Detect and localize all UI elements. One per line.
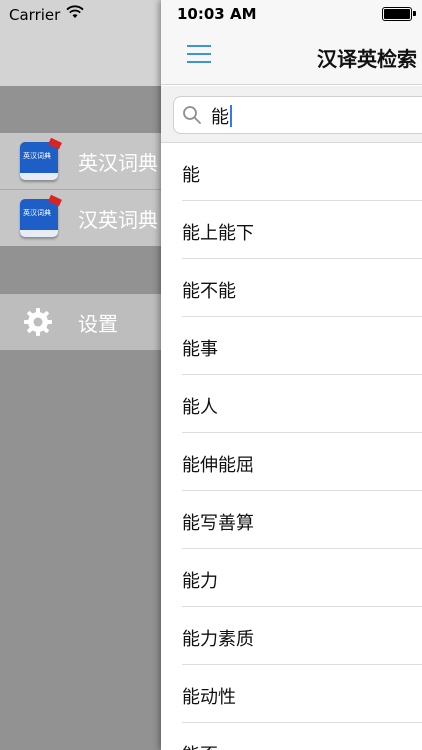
- list-item-label: 能不能: [182, 281, 236, 302]
- list-item[interactable]: 能写善算: [182, 491, 422, 549]
- list-item-label: 能力: [182, 571, 218, 592]
- clock: 10:03 AM: [177, 5, 257, 23]
- drawer-item-label: 设置: [78, 311, 118, 336]
- list-item[interactable]: 能否: [182, 723, 422, 750]
- list-item-label: 能动性: [182, 687, 236, 708]
- book-icon: 英汉词典: [20, 194, 62, 237]
- gear-icon: [24, 308, 52, 336]
- list-item-label: 能否: [182, 741, 218, 750]
- list-item[interactable]: 能动性: [182, 665, 422, 723]
- nav-bar: 汉译英检索: [161, 28, 422, 85]
- list-item[interactable]: 能力: [182, 549, 422, 607]
- list-item[interactable]: 能伸能屈: [182, 433, 422, 491]
- list-item-label: 能事: [182, 339, 218, 360]
- list-item[interactable]: 能事: [182, 317, 422, 375]
- list-item[interactable]: 能人: [182, 375, 422, 433]
- status-bar: 10:03 AM: [161, 0, 422, 28]
- list-item-label: 能力素质: [182, 629, 254, 650]
- search-input[interactable]: 能: [173, 96, 422, 134]
- battery-tip: [413, 11, 416, 16]
- search-icon: [183, 106, 201, 124]
- list-item-label: 能: [182, 165, 200, 186]
- search-bar: 能: [161, 86, 422, 143]
- book-icon-label: 英汉词典: [23, 152, 51, 160]
- list-item-label: 能伸能屈: [182, 455, 254, 476]
- wifi-icon: [66, 5, 84, 18]
- list-item[interactable]: 能不能: [182, 259, 422, 317]
- book-icon: 英汉词典: [20, 137, 62, 180]
- results-list: 能能上能下能不能能事能人能伸能屈能写善算能力能力素质能动性能否: [161, 143, 422, 750]
- list-item[interactable]: 能力素质: [182, 607, 422, 665]
- list-item-label: 能上能下: [182, 223, 254, 244]
- hamburger-icon[interactable]: [187, 45, 211, 65]
- list-item-label: 能人: [182, 397, 218, 418]
- list-item[interactable]: 能上能下: [182, 201, 422, 259]
- search-panel: 10:03 AM 汉译英检索 能 能能上能下 能不能 能事 能人 能伸能屈 能写善算 能力能…: [161, 0, 422, 750]
- book-icon-label: 英汉词典: [23, 209, 51, 217]
- list-item-label: 能写善算: [182, 513, 254, 534]
- text-caret: [230, 105, 232, 127]
- page-title: 汉译英检索: [317, 47, 417, 71]
- list-item[interactable]: 能: [182, 143, 422, 201]
- carrier-label: Carrier: [9, 6, 61, 24]
- drawer-item-label: 英汉词典: [78, 150, 158, 175]
- search-input-value: 能: [211, 107, 229, 128]
- battery-icon: [382, 7, 412, 21]
- drawer-item-label: 汉英词典: [78, 207, 158, 232]
